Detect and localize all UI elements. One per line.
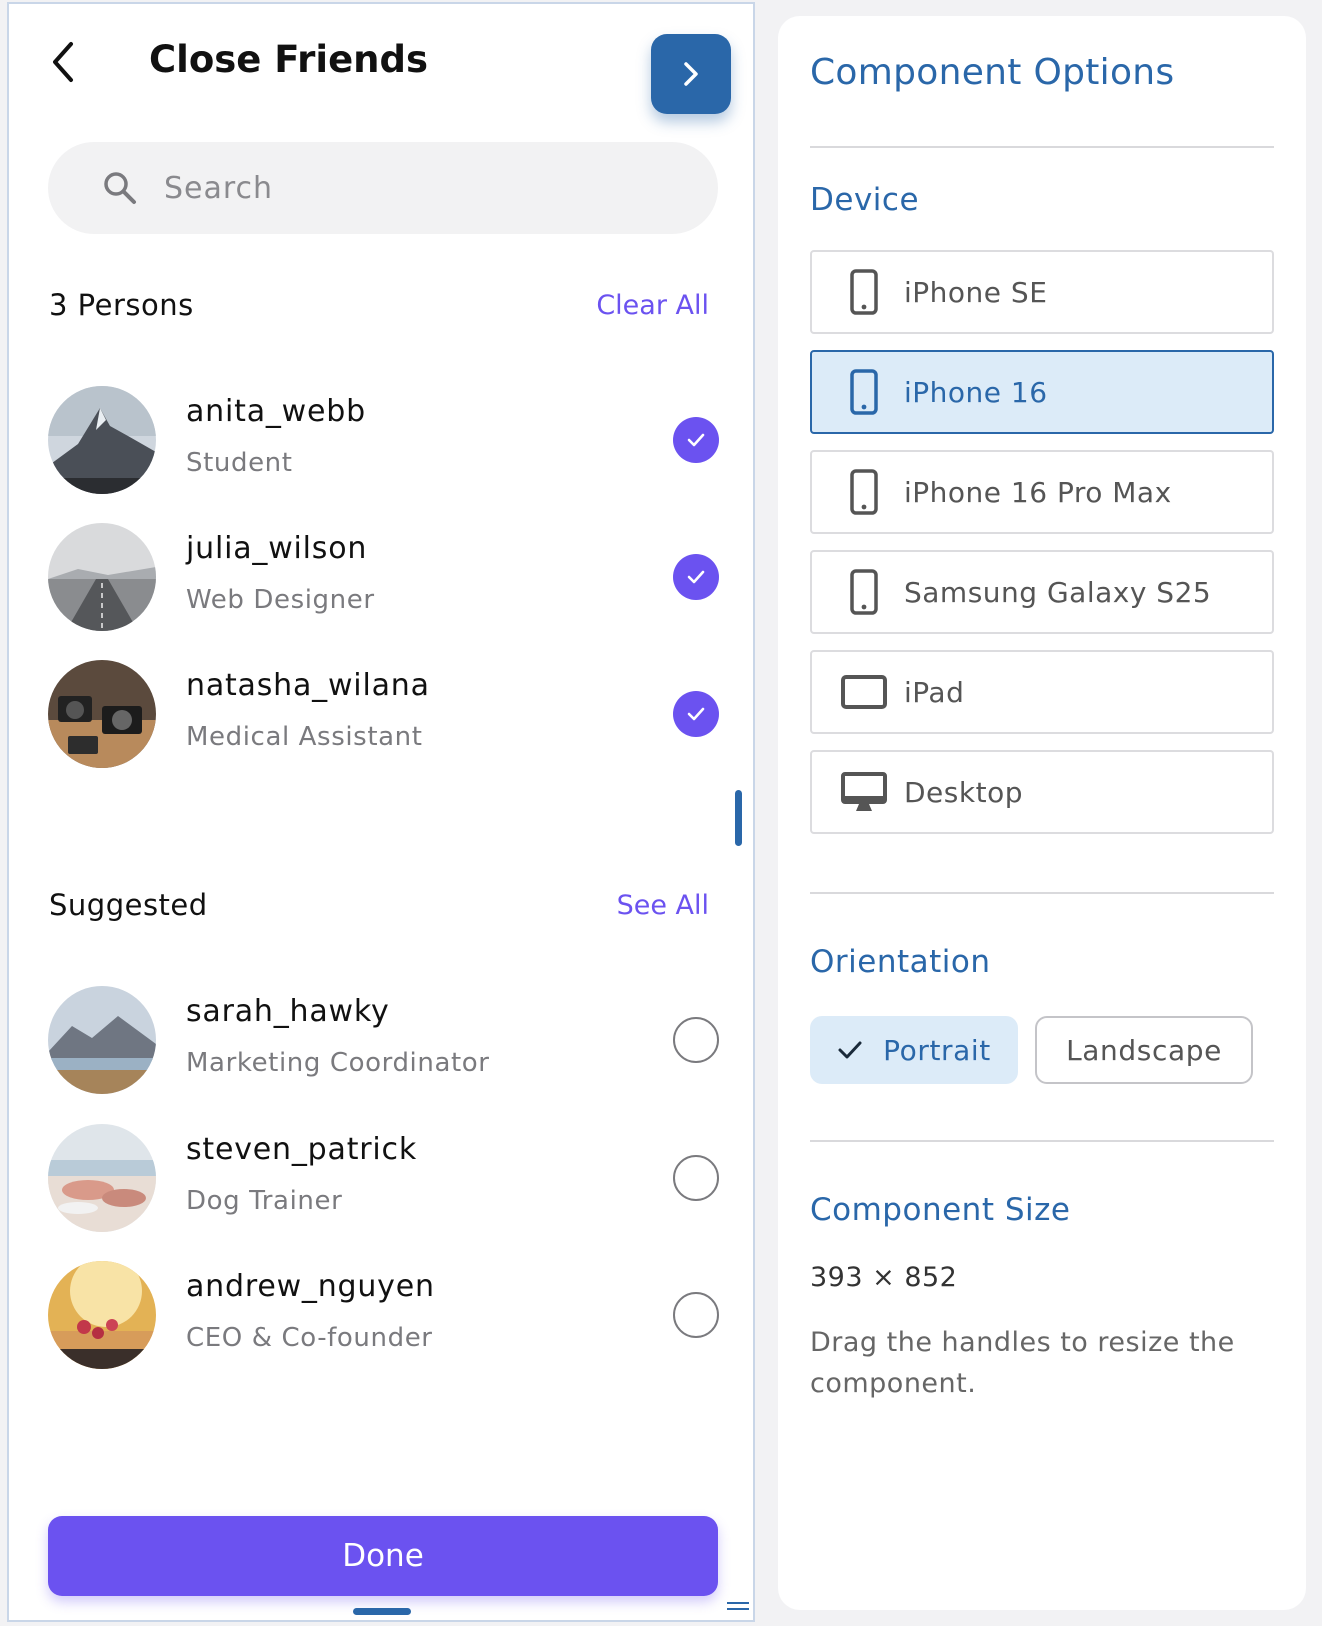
device-label: Samsung Galaxy S25: [904, 575, 1212, 609]
unselected-checkbox[interactable]: [673, 1017, 719, 1063]
list-item[interactable]: steven_patrick Dog Trainer: [48, 1124, 728, 1232]
scrollbar-thumb[interactable]: [735, 790, 742, 846]
see-all-link[interactable]: See All: [617, 890, 709, 921]
phone-icon: [834, 569, 894, 615]
phone-icon: [834, 269, 894, 315]
divider: [810, 146, 1274, 148]
person-name: anita_webb: [186, 394, 366, 429]
device-label: Desktop: [904, 775, 1023, 809]
phone-preview: Close Friends 3 Persons Clear All: [7, 2, 755, 1622]
device-heading: Device: [810, 182, 920, 218]
device-option-iphone-16[interactable]: iPhone 16: [810, 350, 1274, 434]
portrait-button[interactable]: Portrait: [810, 1016, 1018, 1084]
selected-checkbox[interactable]: [673, 417, 719, 463]
device-label: iPhone 16: [904, 375, 1048, 409]
person-name: steven_patrick: [186, 1132, 417, 1167]
divider: [810, 892, 1274, 894]
selected-checkbox[interactable]: [673, 691, 719, 737]
portrait-label: Portrait: [883, 1033, 991, 1067]
size-heading: Component Size: [810, 1192, 1071, 1228]
unselected-checkbox[interactable]: [673, 1155, 719, 1201]
checkmark-icon: [687, 433, 705, 447]
avatar: [48, 1124, 156, 1232]
landscape-button[interactable]: Landscape: [1035, 1016, 1253, 1084]
list-item[interactable]: julia_wilson Web Designer: [48, 523, 728, 631]
device-option-ipad[interactable]: iPad: [810, 650, 1274, 734]
selected-checkbox[interactable]: [673, 554, 719, 600]
size-value: 393 × 852: [810, 1262, 958, 1293]
selected-section-header: 3 Persons Clear All: [49, 288, 709, 322]
person-name: julia_wilson: [186, 531, 368, 566]
person-role: CEO & Co-founder: [186, 1323, 433, 1353]
person-role: Marketing Coordinator: [186, 1048, 490, 1078]
list-item[interactable]: anita_webb Student: [48, 386, 728, 494]
next-button[interactable]: [651, 34, 731, 114]
device-label: iPhone 16 Pro Max: [904, 475, 1172, 509]
phone-icon: [834, 369, 894, 415]
suggested-title: Suggested: [49, 888, 208, 922]
size-help-text: Drag the handles to resize the component…: [810, 1327, 1235, 1399]
person-name: andrew_nguyen: [186, 1269, 435, 1304]
avatar: [48, 1261, 156, 1369]
avatar: [48, 523, 156, 631]
device-option-samsung-galaxy-s25[interactable]: Samsung Galaxy S25: [810, 550, 1274, 634]
device-option-desktop[interactable]: Desktop: [810, 750, 1274, 834]
device-option-iphone-16-pro-max[interactable]: iPhone 16 Pro Max: [810, 450, 1274, 534]
list-item[interactable]: natasha_wilana Medical Assistant: [48, 660, 728, 768]
device-label: iPhone SE: [904, 275, 1048, 309]
home-indicator: [353, 1608, 411, 1615]
search-bar[interactable]: [48, 142, 718, 234]
phone-icon: [834, 469, 894, 515]
tablet-icon: [834, 675, 894, 709]
component-options-panel: Component Options Device iPhone SE iPhon…: [778, 16, 1306, 1610]
device-option-iphone-se[interactable]: iPhone SE: [810, 250, 1274, 334]
selected-count: 3 Persons: [49, 288, 194, 322]
person-name: sarah_hawky: [186, 994, 390, 1029]
person-role: Dog Trainer: [186, 1186, 343, 1216]
avatar: [48, 386, 156, 494]
back-button[interactable]: [33, 32, 93, 92]
person-name: natasha_wilana: [186, 668, 430, 703]
person-role: Web Designer: [186, 585, 375, 615]
device-label: iPad: [904, 675, 965, 709]
landscape-label: Landscape: [1066, 1033, 1222, 1067]
search-icon: [100, 168, 140, 208]
search-input[interactable]: [164, 170, 644, 206]
checkmark-icon: [837, 1039, 863, 1061]
chevron-right-icon: [684, 62, 698, 86]
clear-all-link[interactable]: Clear All: [596, 290, 709, 321]
unselected-checkbox[interactable]: [673, 1292, 719, 1338]
avatar: [48, 986, 156, 1094]
person-role: Student: [186, 448, 293, 478]
suggested-section-header: Suggested See All: [49, 888, 709, 922]
orientation-heading: Orientation: [810, 944, 991, 980]
chevron-left-icon: [53, 42, 73, 82]
avatar: [48, 660, 156, 768]
done-button[interactable]: Done: [48, 1516, 718, 1596]
divider: [810, 1140, 1274, 1142]
checkmark-icon: [687, 707, 705, 721]
list-item[interactable]: sarah_hawky Marketing Coordinator: [48, 986, 728, 1094]
list-item[interactable]: andrew_nguyen CEO & Co-founder: [48, 1261, 728, 1369]
checkmark-icon: [687, 570, 705, 584]
page-title: Close Friends: [149, 38, 429, 81]
person-role: Medical Assistant: [186, 722, 423, 752]
resize-handle[interactable]: [727, 1602, 749, 1614]
desktop-icon: [834, 772, 894, 812]
options-title: Component Options: [810, 52, 1175, 93]
